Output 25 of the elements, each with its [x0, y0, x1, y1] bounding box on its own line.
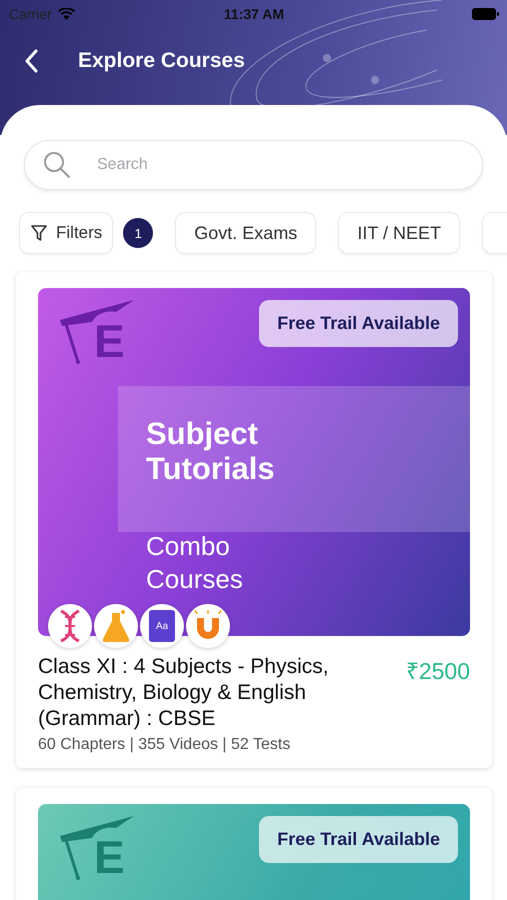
battery-icon — [472, 8, 499, 20]
search-field[interactable]: Search — [24, 140, 483, 190]
course-card[interactable]: E Free Trail Available Subject Tutorials Combo Courses Aa Class XI : 4 Subjects - Physics, Chemistry, Biology & English (Grammar) : CBSE ₹2500 60 Chapters | 355 Videos | 52 Tests — [16, 272, 492, 768]
magnet-icon — [193, 610, 223, 642]
clock-time: 11:37 AM — [224, 6, 284, 22]
wifi-icon — [58, 8, 75, 20]
category-chip[interactable]: Govt. Exams — [175, 212, 316, 254]
course-stats: 60 Chapters | 355 Videos | 52 Tests — [38, 736, 292, 754]
carrier-label: Carrier — [9, 6, 52, 22]
banner-subline: Combo Courses — [146, 530, 244, 596]
free-trial-badge: Free Trail Available — [259, 816, 458, 863]
banner-headline: Subject Tutorials — [146, 416, 276, 486]
logo-letter: E — [94, 834, 125, 880]
course-card[interactable]: E Free Trail Available — [16, 788, 492, 900]
book-icon: Aa — [149, 610, 175, 642]
page-title: Explore Courses — [78, 48, 245, 72]
free-trial-badge: Free Trail Available — [259, 300, 458, 347]
course-price: ₹2500 — [406, 657, 470, 686]
filters-button[interactable]: Filters — [19, 212, 114, 254]
logo-letter: E — [94, 318, 125, 364]
filter-icon — [30, 224, 48, 242]
course-title: Class XI : 4 Subjects - Physics, Chemistry, Biology & English (Grammar) : CBSE — [38, 654, 330, 732]
flask-icon — [101, 609, 131, 643]
category-chip[interactable]: IIT / NEET — [338, 212, 460, 254]
filter-count-badge: 1 — [123, 218, 154, 248]
